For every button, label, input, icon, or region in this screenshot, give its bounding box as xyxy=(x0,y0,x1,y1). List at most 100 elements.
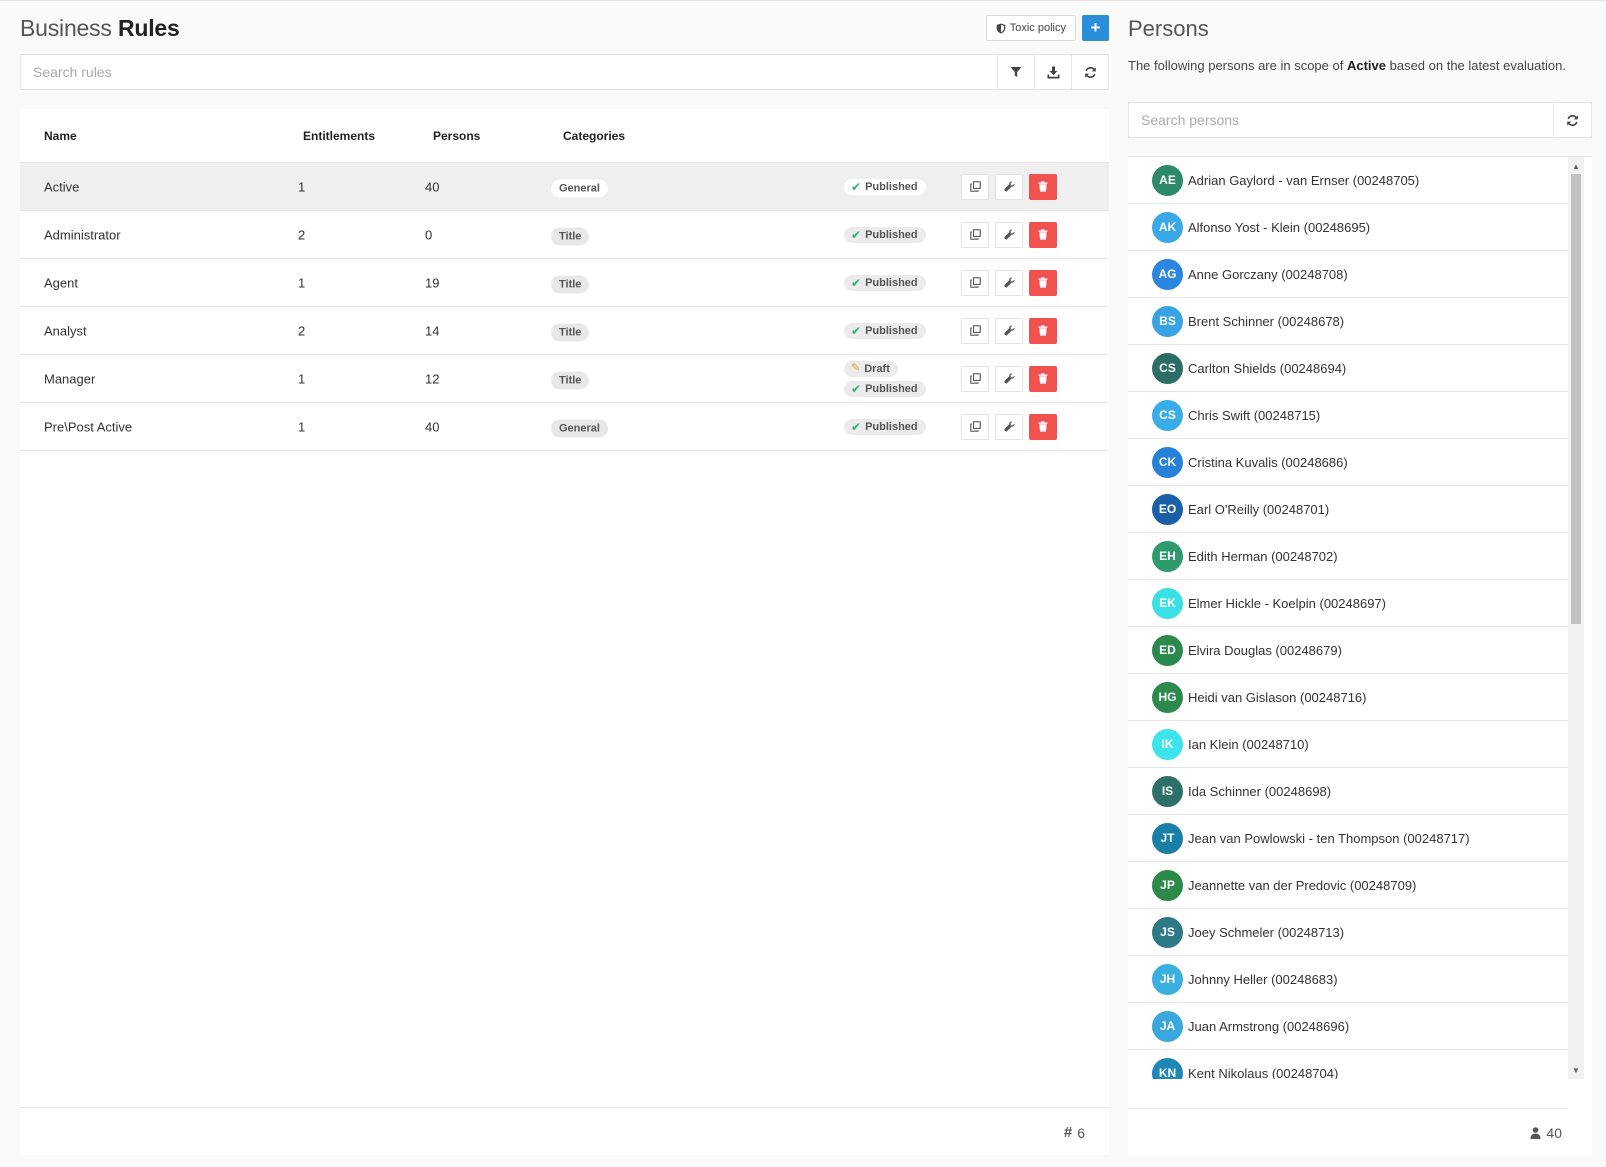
edit-rule-button[interactable] xyxy=(995,269,1023,296)
rule-status-cell: ✔ Published xyxy=(844,274,926,291)
filter-icon xyxy=(1010,67,1022,77)
scroll-up-icon[interactable]: ▲ xyxy=(1568,159,1584,173)
list-item[interactable]: EH Edith Herman (00248702) xyxy=(1128,533,1568,580)
copy-rule-button[interactable] xyxy=(961,365,989,392)
wrench-icon xyxy=(1003,325,1015,336)
column-header-name[interactable]: Name xyxy=(44,129,77,143)
rule-actions xyxy=(961,221,1057,248)
rule-name: Analyst xyxy=(44,323,87,338)
refresh-persons-button[interactable] xyxy=(1553,103,1591,137)
rule-persons: 40 xyxy=(425,179,440,194)
delete-rule-button[interactable] xyxy=(1029,221,1057,248)
list-item[interactable]: EO Earl O'Reilly (00248701) xyxy=(1128,486,1568,533)
list-item[interactable]: JT Jean van Powlowski - ten Thompson (002… xyxy=(1128,815,1568,862)
rules-search-input[interactable] xyxy=(21,55,997,89)
edit-rule-button[interactable] xyxy=(995,365,1023,392)
column-header-categories[interactable]: Categories xyxy=(563,129,625,143)
column-header-persons[interactable]: Persons xyxy=(433,129,480,143)
person-name: Cristina Kuvalis (00248686) xyxy=(1188,454,1348,470)
copy-rule-button[interactable] xyxy=(961,221,989,248)
person-name: Edith Herman (00248702) xyxy=(1188,548,1338,564)
list-item[interactable]: IK Ian Klein (00248710) xyxy=(1128,721,1568,768)
column-header-entitlements[interactable]: Entitlements xyxy=(303,129,375,143)
list-item[interactable]: EK Elmer Hickle - Koelpin (00248697) xyxy=(1128,580,1568,627)
copy-rule-button[interactable] xyxy=(961,317,989,344)
category-badge: Title xyxy=(551,275,590,293)
check-icon: ✔ xyxy=(851,179,862,194)
status-label: Published xyxy=(865,420,918,433)
refresh-rules-button[interactable] xyxy=(1071,55,1108,89)
list-item[interactable]: HG Heidi van Gislason (00248716) xyxy=(1128,674,1568,721)
table-row[interactable]: Agent 1 19 Title ✔ Published xyxy=(20,259,1109,307)
category-badge: Title xyxy=(551,323,590,341)
list-item[interactable]: JP Jeannette van der Predovic (00248709) xyxy=(1128,862,1568,909)
edit-rule-button[interactable] xyxy=(995,221,1023,248)
list-item[interactable]: ED Elvira Douglas (00248679) xyxy=(1128,627,1568,674)
rule-category-cell: General xyxy=(551,179,608,197)
list-item[interactable]: AE Adrian Gaylord - van Ernser (00248705) xyxy=(1128,157,1568,204)
list-item[interactable]: CS Carlton Shields (00248694) xyxy=(1128,345,1568,392)
avatar: CS xyxy=(1152,352,1183,384)
list-item[interactable]: IS Ida Schinner (00248698) xyxy=(1128,768,1568,815)
avatar: CK xyxy=(1152,446,1183,478)
rule-name: Administrator xyxy=(44,227,121,242)
add-rule-button[interactable]: + xyxy=(1082,15,1109,41)
rule-entitlements: 2 xyxy=(298,227,306,242)
copy-icon xyxy=(969,229,981,240)
rule-entitlements: 2 xyxy=(298,323,306,338)
list-item[interactable]: AK Alfonso Yost - Klein (00248695) xyxy=(1128,204,1568,251)
delete-rule-button[interactable] xyxy=(1029,173,1057,200)
persons-list[interactable]: AE Adrian Gaylord - van Ernser (00248705)… xyxy=(1128,157,1568,1079)
list-item[interactable]: AG Anne Gorczany (00248708) xyxy=(1128,251,1568,298)
copy-rule-button[interactable] xyxy=(961,413,989,440)
delete-rule-button[interactable] xyxy=(1029,365,1057,392)
rule-actions xyxy=(961,413,1057,440)
list-item[interactable]: KN Kent Nikolaus (00248704) xyxy=(1128,1050,1568,1079)
list-item[interactable]: BS Brent Schinner (00248678) xyxy=(1128,298,1568,345)
table-row[interactable]: Administrator 2 0 Title ✔ Published xyxy=(20,211,1109,259)
table-row[interactable]: Analyst 2 14 Title ✔ Published xyxy=(20,307,1109,355)
check-icon: ✔ xyxy=(851,275,862,290)
scroll-down-icon[interactable]: ▼ xyxy=(1568,1063,1584,1077)
rule-actions xyxy=(961,365,1057,392)
rule-actions xyxy=(961,173,1057,200)
persons-desc-before: The following persons are in scope of xyxy=(1128,58,1347,73)
rule-category-cell: Title xyxy=(551,275,590,293)
copy-icon xyxy=(969,277,981,288)
delete-rule-button[interactable] xyxy=(1029,317,1057,344)
list-item[interactable]: CS Chris Swift (00248715) xyxy=(1128,392,1568,439)
edit-rule-button[interactable] xyxy=(995,317,1023,344)
persons-search-input[interactable] xyxy=(1129,103,1553,137)
status-label: Published xyxy=(865,228,918,241)
rule-status-cell: ✔ Published xyxy=(844,322,926,339)
edit-rule-button[interactable] xyxy=(995,413,1023,440)
toxic-policy-button[interactable]: Toxic policy xyxy=(985,15,1076,41)
delete-rule-button[interactable] xyxy=(1029,413,1057,440)
rules-count-value: 6 xyxy=(1077,1124,1085,1141)
copy-rule-button[interactable] xyxy=(961,173,989,200)
delete-rule-button[interactable] xyxy=(1029,269,1057,296)
status-label: Published xyxy=(865,276,918,289)
persons-scrollbar[interactable]: ▲ ▼ xyxy=(1568,157,1584,1079)
avatar: KN xyxy=(1152,1057,1183,1079)
table-row[interactable]: Active 1 40 General ✔ Published xyxy=(20,163,1109,211)
list-item[interactable]: CK Cristina Kuvalis (00248686) xyxy=(1128,439,1568,486)
list-item[interactable]: JS Joey Schmeler (00248713) xyxy=(1128,909,1568,956)
list-item[interactable]: JA Juan Armstrong (00248696) xyxy=(1128,1003,1568,1050)
person-name: Carlton Shields (00248694) xyxy=(1188,360,1347,376)
table-row[interactable]: Manager 1 12 Title ✎ Draft ✔ Published xyxy=(20,355,1109,403)
rule-persons: 40 xyxy=(425,419,440,434)
table-row[interactable]: Pre\Post Active 1 40 General ✔ Published xyxy=(20,403,1109,451)
scrollbar-thumb[interactable] xyxy=(1571,174,1581,624)
copy-rule-button[interactable] xyxy=(961,269,989,296)
download-button[interactable] xyxy=(1034,55,1071,89)
avatar: AE xyxy=(1152,164,1183,196)
person-name: Chris Swift (00248715) xyxy=(1188,407,1321,423)
edit-rule-button[interactable] xyxy=(995,173,1023,200)
avatar: IS xyxy=(1152,775,1183,807)
filter-button[interactable] xyxy=(997,55,1034,89)
list-item[interactable]: JH Johnny Heller (00248683) xyxy=(1128,956,1568,1003)
persons-panel: Persons The following persons are in sco… xyxy=(1128,1,1592,1156)
rules-table: Name Entitlements Persons Categories Act… xyxy=(20,109,1109,1155)
persons-desc-rule: Active xyxy=(1346,58,1386,73)
